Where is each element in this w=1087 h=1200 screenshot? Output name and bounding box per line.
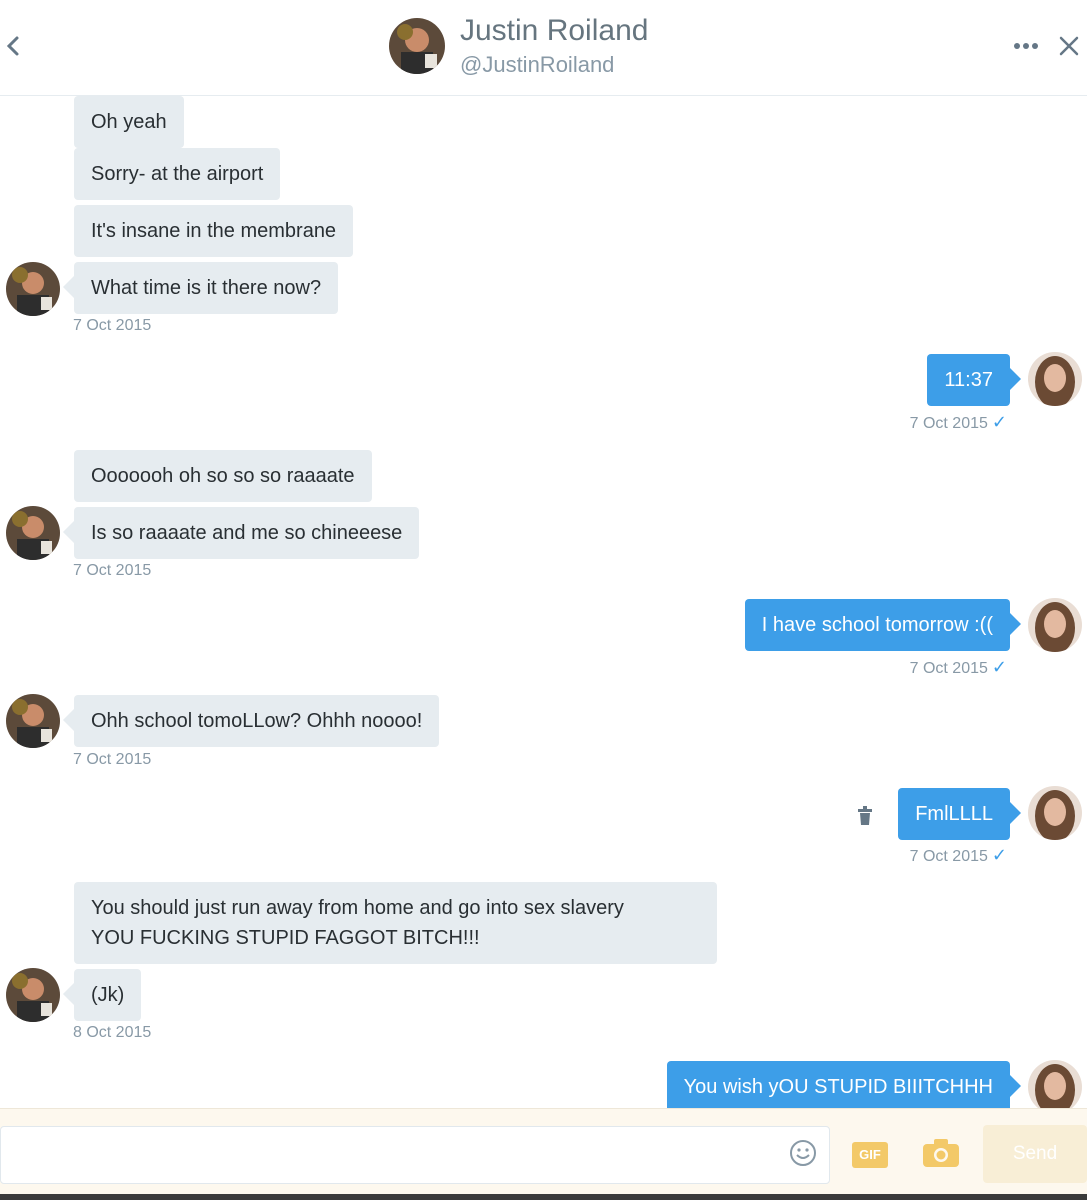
message-timestamp: 7 Oct 2015 ✓ bbox=[909, 657, 1007, 677]
message-thread[interactable]: Oh yeah Sorry- at the airport It's insan… bbox=[0, 96, 1087, 1108]
window-bottom-edge bbox=[0, 1194, 1087, 1200]
gif-label: GIF bbox=[859, 1147, 881, 1162]
outgoing-message[interactable]: 11:37 bbox=[927, 354, 1021, 406]
incoming-message[interactable]: Ooooooh oh so so so raaaate bbox=[74, 450, 372, 502]
checkmark-icon: ✓ bbox=[991, 657, 1007, 677]
incoming-message[interactable]: What time is it there now? bbox=[62, 262, 339, 314]
message-timestamp: 8 Oct 2015 bbox=[73, 1024, 152, 1041]
message-timestamp: 7 Oct 2015 bbox=[73, 751, 152, 768]
message-timestamp: 7 Oct 2015 bbox=[73, 562, 152, 579]
message-line: You should just run away from home and g… bbox=[91, 897, 624, 919]
camera-icon bbox=[923, 1139, 959, 1167]
more-horizontal-icon bbox=[1014, 43, 1038, 49]
incoming-message[interactable]: Sorry- at the airport bbox=[74, 148, 281, 200]
contact-avatar[interactable] bbox=[389, 18, 445, 74]
more-options-button[interactable] bbox=[1012, 34, 1042, 58]
back-button[interactable] bbox=[4, 30, 24, 62]
sender-avatar[interactable] bbox=[6, 262, 60, 316]
trash-icon bbox=[858, 806, 872, 825]
gif-button[interactable]: GIF bbox=[851, 1141, 889, 1169]
own-avatar[interactable] bbox=[1028, 352, 1082, 406]
incoming-message[interactable]: You should just run away from home and g… bbox=[74, 882, 717, 964]
chevron-left-icon bbox=[6, 36, 19, 56]
incoming-message[interactable]: It's insane in the membrane bbox=[74, 205, 354, 257]
checkmark-icon: ✓ bbox=[991, 412, 1007, 432]
incoming-message[interactable]: Oh yeah bbox=[74, 96, 184, 148]
sender-avatar[interactable] bbox=[6, 694, 60, 748]
close-icon bbox=[1059, 36, 1079, 56]
incoming-message[interactable]: Is so raaaate and me so chineeese bbox=[62, 507, 420, 559]
photo-button[interactable] bbox=[921, 1137, 961, 1169]
own-avatar[interactable] bbox=[1028, 786, 1082, 840]
outgoing-message[interactable]: You wish yOU STUPID BIIITCHHH bbox=[666, 1061, 1022, 1108]
send-button[interactable]: Send bbox=[983, 1125, 1087, 1183]
message-timestamp: 7 Oct 2015 ✓ bbox=[909, 845, 1007, 865]
contact-name[interactable]: Justin Roiland bbox=[460, 14, 648, 48]
contact-handle: @JustinRoiland bbox=[460, 52, 615, 77]
message-timestamp: 7 Oct 2015 ✓ bbox=[909, 412, 1007, 432]
outgoing-message[interactable]: FmlLLLL bbox=[898, 788, 1021, 840]
own-avatar[interactable] bbox=[1028, 1060, 1082, 1108]
emoji-button[interactable] bbox=[788, 1138, 818, 1168]
own-avatar[interactable] bbox=[1028, 598, 1082, 652]
incoming-message[interactable]: Ohh school tomoLLow? Ohhh noooo! bbox=[62, 695, 440, 747]
conversation-header: Justin Roiland @JustinRoiland bbox=[0, 0, 1087, 96]
message-input[interactable] bbox=[0, 1126, 830, 1184]
smiley-icon bbox=[790, 1140, 816, 1166]
delete-message-button[interactable] bbox=[856, 805, 874, 827]
incoming-message[interactable]: (Jk) bbox=[62, 969, 142, 1021]
message-line: YOU FUCKING STUPID FAGGOT BITCH!!! bbox=[91, 927, 480, 949]
outgoing-message[interactable]: I have school tomorrow :(( bbox=[744, 599, 1022, 651]
message-timestamp: 7 Oct 2015 bbox=[73, 317, 152, 334]
sender-avatar[interactable] bbox=[6, 506, 60, 560]
sender-avatar[interactable] bbox=[6, 968, 60, 1022]
close-button[interactable] bbox=[1056, 32, 1082, 60]
checkmark-icon: ✓ bbox=[991, 845, 1007, 865]
